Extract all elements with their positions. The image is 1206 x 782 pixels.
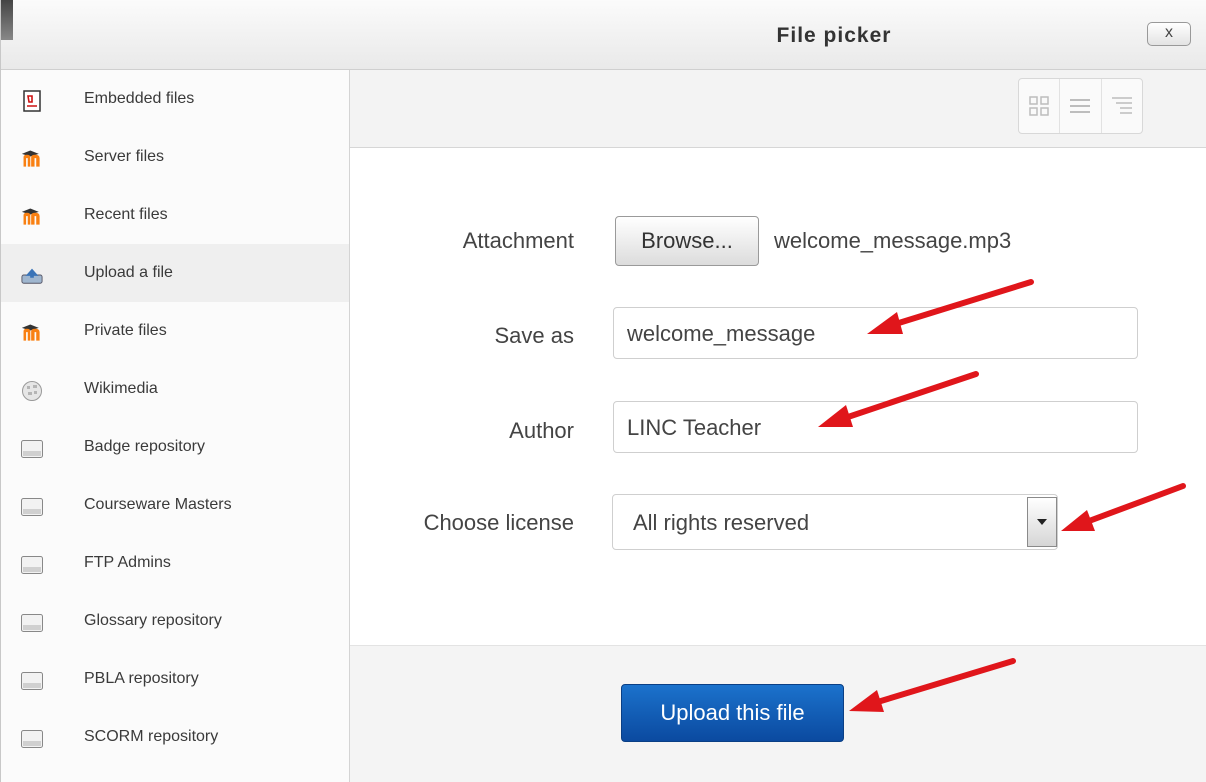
tree-view-button[interactable] <box>1102 79 1142 133</box>
sidebar-item-label: Server files <box>84 148 165 165</box>
sidebar-item-label: Badge repository <box>84 438 205 455</box>
grid-view-icon <box>1029 96 1049 116</box>
license-selected-value: All rights reserved <box>633 510 810 535</box>
author-label: Author <box>509 418 574 443</box>
sidebar-item-label: Courseware Masters <box>84 496 232 513</box>
chevron-down-icon[interactable] <box>1027 497 1057 547</box>
sidebar-item-scorm-repository[interactable]: SCORM repository <box>1 708 349 766</box>
repository-icon <box>21 496 43 518</box>
sidebar-item-label: SCORM repository <box>84 728 219 745</box>
upload-file-button[interactable]: Upload this file <box>621 684 844 742</box>
list-view-icon <box>1070 99 1091 113</box>
sidebar-item-courseware-masters[interactable]: Courseware Masters <box>1 476 349 534</box>
close-icon: x <box>1165 24 1173 41</box>
moodle-logo-icon <box>21 206 43 228</box>
selected-filename: welcome_message.mp3 <box>774 228 1012 253</box>
moodle-logo-icon <box>21 322 43 344</box>
sidebar-item-pbla-repository[interactable]: PBLA repository <box>1 650 349 708</box>
sidebar-item-private-files[interactable]: Private files <box>1 302 349 360</box>
sidebar-item-upload-a-file[interactable]: Upload a file <box>1 244 349 302</box>
view-toolbar <box>350 70 1206 148</box>
close-button[interactable]: x <box>1147 22 1191 46</box>
attachment-label: Attachment <box>462 228 574 253</box>
dialog-title: File picker <box>776 24 892 47</box>
repository-sidebar: Embedded files Server files Recent files… <box>1 70 350 782</box>
license-select[interactable]: All rights reserved <box>612 494 1058 550</box>
moodle-logo-icon <box>21 148 43 170</box>
upload-icon <box>21 264 43 286</box>
sidebar-item-label: FTP Admins <box>84 554 171 571</box>
wikimedia-globe-icon <box>21 380 43 402</box>
grid-view-button[interactable] <box>1019 79 1061 133</box>
sidebar-item-label: Wikimedia <box>84 380 158 397</box>
saveas-input[interactable]: welcome_message <box>613 307 1138 359</box>
sidebar-item-wikimedia[interactable]: Wikimedia <box>1 360 349 418</box>
sidebar-item-ftp-admins[interactable]: FTP Admins <box>1 534 349 592</box>
dialog-titlebar: File picker x <box>1 0 1206 70</box>
author-input[interactable]: LINC Teacher <box>613 401 1138 453</box>
upload-form: Attachment Browse... welcome_message.mp3… <box>350 148 1206 645</box>
file-picker-dialog: File picker x Embedded files Server file… <box>0 0 1206 782</box>
sidebar-item-label: Recent files <box>84 206 168 223</box>
repository-icon <box>21 438 43 460</box>
view-switcher <box>1018 78 1143 134</box>
tree-view-icon <box>1111 97 1132 114</box>
list-view-button[interactable] <box>1060 79 1102 133</box>
repository-icon <box>21 612 43 634</box>
browse-button[interactable]: Browse... <box>615 216 759 266</box>
repository-icon <box>21 554 43 576</box>
sidebar-item-embedded-files[interactable]: Embedded files <box>1 70 349 128</box>
form-footer: Upload this file <box>350 645 1206 782</box>
sidebar-item-server-files[interactable]: Server files <box>1 128 349 186</box>
pdf-document-icon <box>21 90 43 112</box>
sidebar-item-label: Upload a file <box>84 264 173 281</box>
sidebar-item-label: Embedded files <box>84 90 195 107</box>
sidebar-item-label: Private files <box>84 322 167 339</box>
saveas-label: Save as <box>494 323 575 348</box>
repository-icon <box>21 670 43 692</box>
sidebar-item-glossary-repository[interactable]: Glossary repository <box>1 592 349 650</box>
sidebar-item-recent-files[interactable]: Recent files <box>1 186 349 244</box>
sidebar-item-badge-repository[interactable]: Badge repository <box>1 418 349 476</box>
repository-icon <box>21 728 43 750</box>
license-label: Choose license <box>423 510 574 535</box>
sidebar-item-label: PBLA repository <box>84 670 199 687</box>
sidebar-item-label: Glossary repository <box>84 612 222 629</box>
